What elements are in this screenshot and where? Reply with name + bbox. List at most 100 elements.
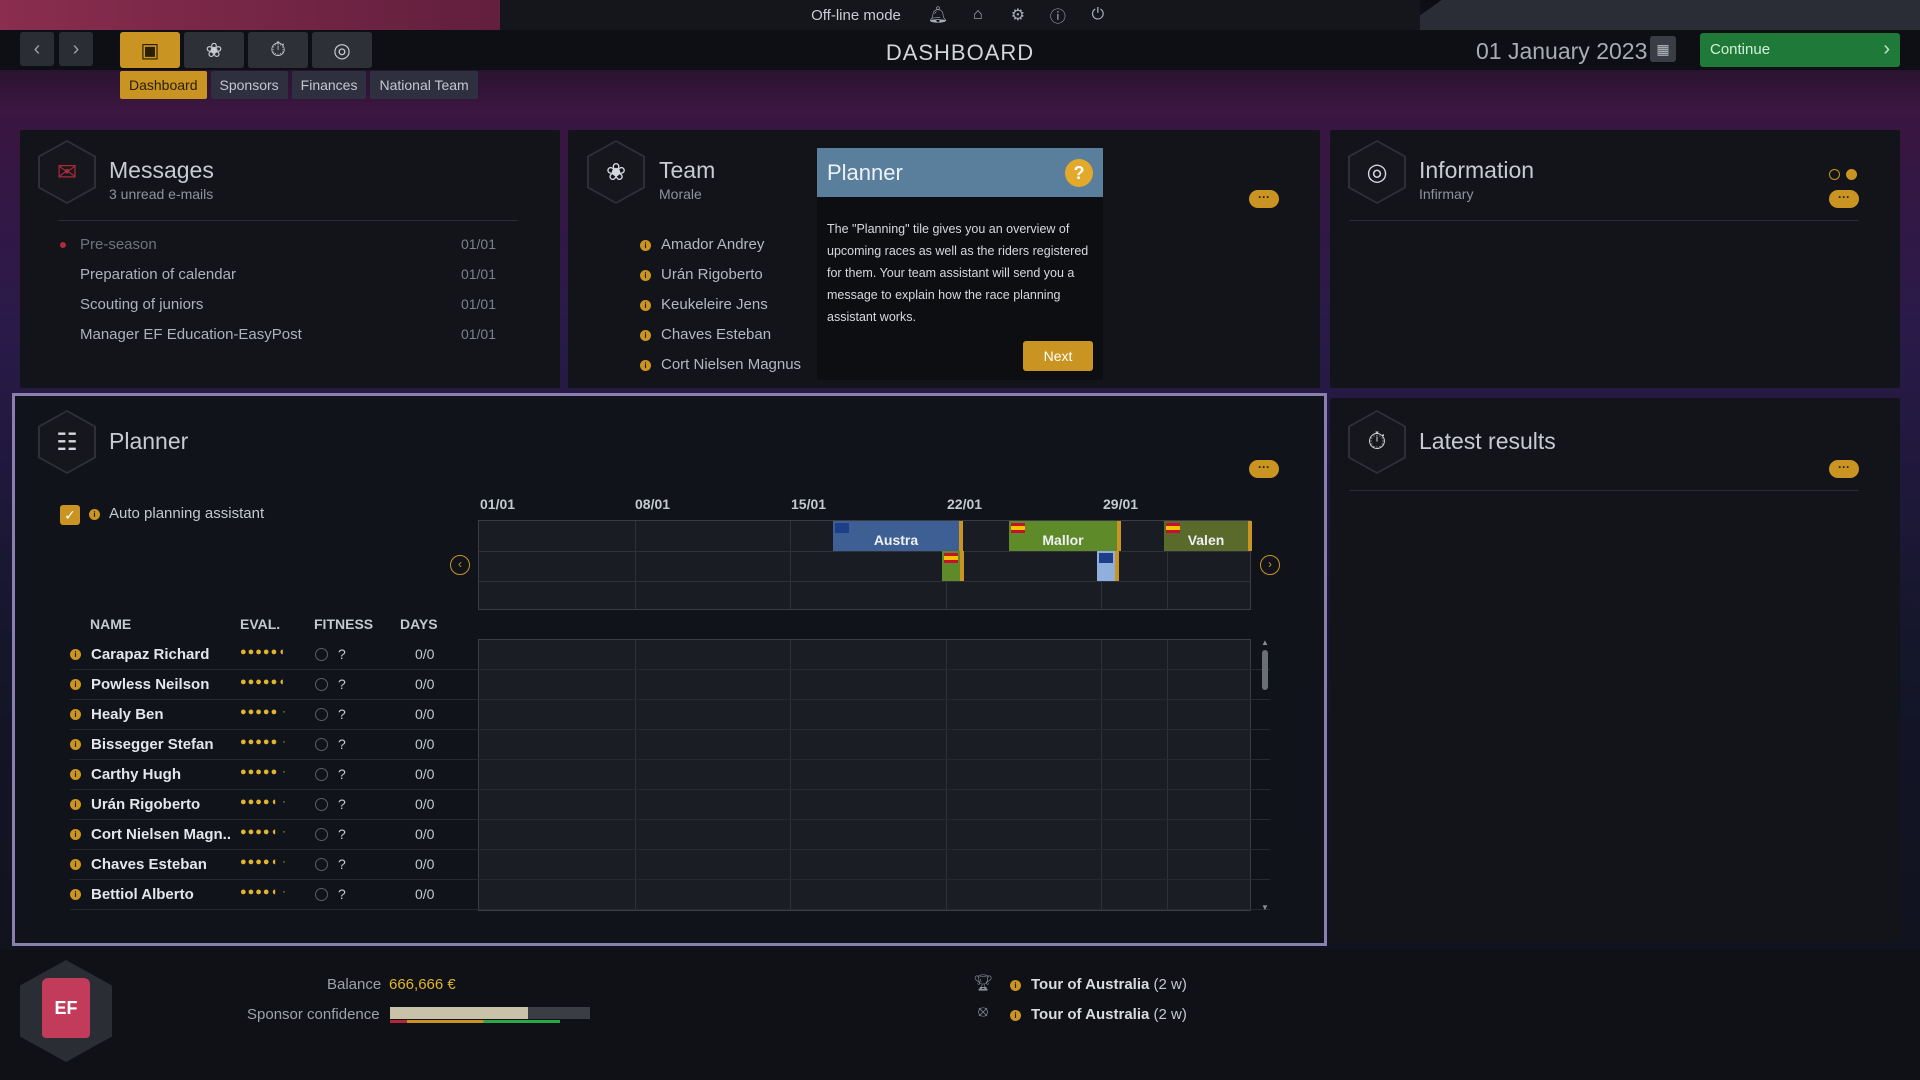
info-icon[interactable]: i [70,829,81,840]
message-date: 01/01 [460,326,496,342]
rider-row[interactable]: i Healy Ben ●●●●● ·? 0/0 [70,700,1270,730]
race-name: Austra [873,532,919,548]
auto-planning-label: Auto planning assistant [109,505,265,522]
fitness-indicator [315,648,328,661]
rider-row[interactable]: i Cort Nielsen Magn.. ●●●●◖ ·? 0/0 [70,820,1270,850]
tab-finances[interactable]: Finances [291,71,367,99]
info-icon[interactable]: i [70,859,81,870]
globe-icon: ◎ [1350,142,1404,202]
spain-flag-icon [1166,523,1180,533]
rider-days: 0/0 [415,886,435,902]
rider-row[interactable]: i Powless Neilson ●●●●●◖? 0/0 [70,670,1270,700]
info-icon[interactable]: i [70,739,81,750]
rider-name: Keukeleire Jens [661,296,768,313]
team-rider[interactable]: i Keukeleire Jens [640,296,768,313]
upcoming-race[interactable]: i Tour of Australia (2 w) [1010,976,1187,993]
spain-flag-icon [944,553,958,563]
message-item[interactable]: Preparation of calendar 01/01 [80,266,496,283]
rider-row[interactable]: i Bettiol Alberto ●●●●◖ ·? 0/0 [70,880,1270,910]
timeline-prev-button[interactable]: ‹ [450,555,470,575]
info-icon[interactable]: i [70,679,81,690]
power-icon[interactable]: ⏻ [1087,4,1109,26]
message-item[interactable]: Pre-season 01/01 [60,236,496,253]
race-block-small[interactable] [1097,551,1119,581]
race-block-valencia[interactable]: Valen [1164,521,1252,551]
gear-icon[interactable]: ⚙ [1007,4,1029,26]
tab-sponsors[interactable]: Sponsors [210,71,288,99]
rider-evaluation: ●●●●● · [240,766,287,778]
team-rider[interactable]: i Cort Nielsen Magnus [640,356,801,373]
tab-national-team[interactable]: National Team [370,71,478,99]
message-item[interactable]: Manager EF Education-EasyPost 01/01 [80,326,496,343]
rider-name: Urán Rigoberto [91,796,201,813]
info-icon[interactable]: i [70,889,81,900]
info-icon: i [640,329,651,341]
rider-name: Urán Rigoberto [661,266,763,283]
next-button[interactable]: Next [1023,341,1093,371]
team-rider[interactable]: i Chaves Esteban [640,326,771,343]
rider-row[interactable]: i Carthy Hugh ●●●●● ·? 0/0 [70,760,1270,790]
messages-panel[interactable] [20,130,560,388]
divider [1349,490,1859,491]
rider-name: Amador Andrey [661,236,765,253]
info-icon: i [640,299,651,311]
info-icon[interactable]: i [70,649,81,660]
message-date: 01/01 [460,236,496,252]
column-name[interactable]: NAME [90,616,131,632]
info-icon[interactable]: i [89,509,100,520]
top-bar: Off-line mode 🔔︎ ⌂ ⚙ ⓘ ⏻ [500,0,1420,30]
column-fitness[interactable]: FITNESS [314,616,373,632]
race-block-mallorca[interactable]: Mallor [1009,521,1121,551]
rider-row[interactable]: i Urán Rigoberto ●●●●◖ ·? 0/0 [70,790,1270,820]
rider-fitness: ? [338,646,346,662]
information-panel[interactable] [1330,130,1900,388]
rider-days: 0/0 [415,856,435,872]
message-subject: Manager EF Education-EasyPost [80,326,302,343]
message-item[interactable]: Scouting of juniors 01/01 [80,296,496,313]
tooltip-body: The "Planning" tile gives you an overvie… [827,222,1089,324]
race-block-australia[interactable]: Austra [833,521,963,551]
auto-planning-checkbox[interactable]: ✓ [60,505,80,525]
latest-results-more-button[interactable]: ··· [1829,460,1859,478]
timeline-next-button[interactable]: › [1260,555,1280,575]
upcoming-race[interactable]: i Tour of Australia (2 w) [1010,1006,1187,1023]
rider-row[interactable]: i Chaves Esteban ●●●●◖ ·? 0/0 [70,850,1270,880]
bell-icon[interactable]: 🔔︎ [927,4,949,26]
latest-results-panel[interactable] [1330,398,1900,943]
rider-name: Healy Ben [91,706,164,723]
page-dot-inactive[interactable] [1829,169,1840,180]
rider-row[interactable]: i Bissegger Stefan ●●●●● ·? 0/0 [70,730,1270,760]
confidence-scale [390,1020,560,1023]
rider-name: Bettiol Alberto [91,886,194,903]
column-days[interactable]: DAYS [400,616,438,632]
race-name: Tour of Australia [1031,1006,1150,1023]
rider-row[interactable]: i Carapaz Richard ●●●●●◖? 0/0 [70,640,1270,670]
planner-more-button[interactable]: ··· [1249,460,1279,478]
team-rider[interactable]: i Amador Andrey [640,236,764,253]
planner-icon: ☷ [40,412,94,472]
home-icon[interactable]: ⌂ [967,4,989,26]
race-block-small[interactable] [942,551,964,581]
column-eval[interactable]: EVAL. [240,616,280,632]
info-icon: i [640,239,651,251]
info-icon[interactable]: i [70,799,81,810]
information-more-button[interactable]: ··· [1829,190,1859,208]
scroll-up-icon[interactable]: ▲ [1261,638,1269,647]
tab-dashboard[interactable]: Dashboard [120,71,207,99]
team-more-button[interactable]: ··· [1249,190,1279,208]
rider-fitness: ? [338,736,346,752]
scroll-down-icon[interactable]: ▼ [1261,903,1269,912]
rider-days: 0/0 [415,706,435,722]
calendar-icon[interactable]: ▦ [1650,36,1676,62]
info-icon[interactable]: i [70,709,81,720]
info-icon[interactable]: i [70,769,81,780]
continue-button[interactable]: Continue › [1700,33,1900,67]
message-subject: Scouting of juniors [80,296,204,313]
fitness-indicator [315,738,328,751]
info-icon[interactable]: ⓘ [1047,4,1069,26]
page-dot-active[interactable] [1846,169,1857,180]
race-name: Tour of Australia [1031,976,1150,993]
scrollbar-thumb[interactable] [1262,650,1268,690]
message-subject: Preparation of calendar [80,266,236,283]
team-rider[interactable]: i Urán Rigoberto [640,266,763,283]
